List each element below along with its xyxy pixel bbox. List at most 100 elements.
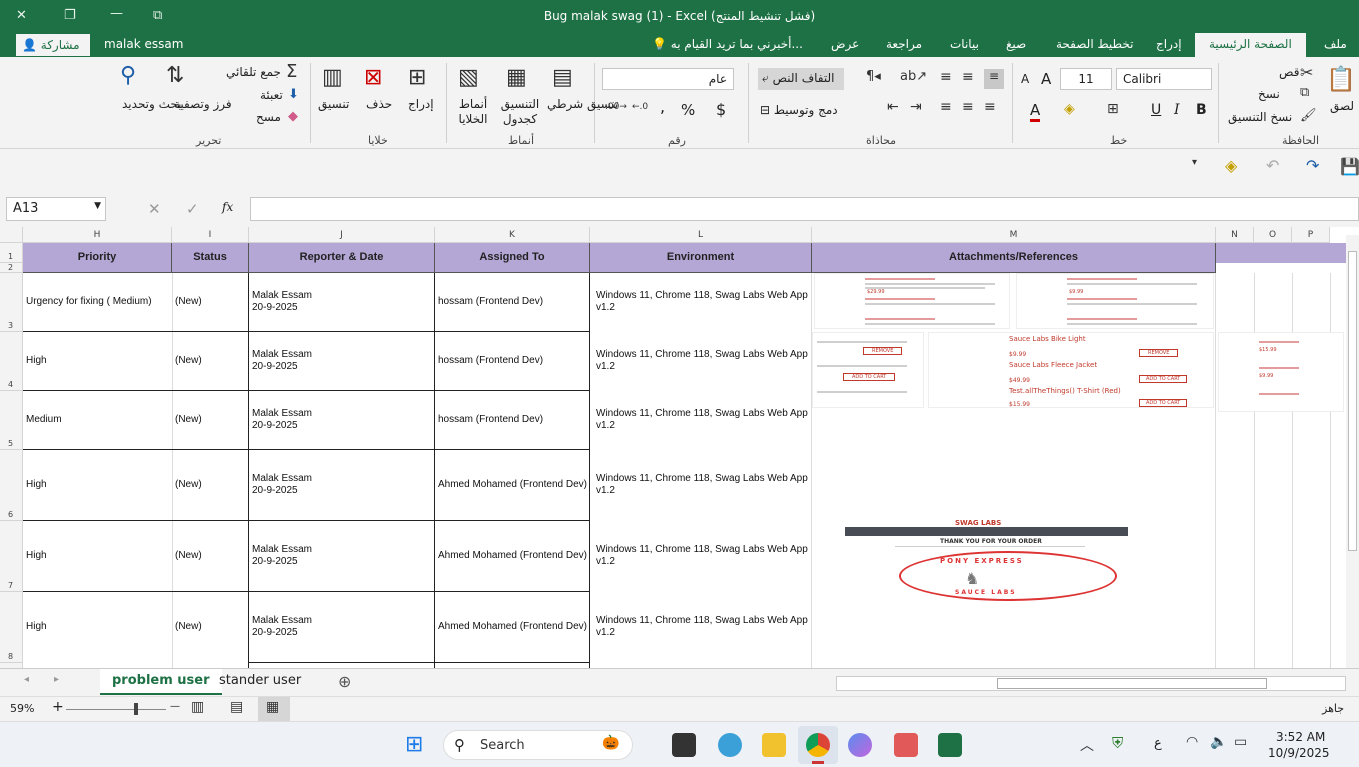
zoom-level[interactable]: 59% [10,702,34,715]
increase-decimal-icon[interactable]: ←.0 [632,102,648,112]
taskbar-search-box[interactable]: ⚲ Search 🎃 [443,730,633,760]
tab-formulas[interactable]: صيغ [1006,37,1026,51]
row-header-4[interactable]: 4 [0,332,23,391]
save-icon[interactable]: 💾 [1340,157,1359,176]
highlight-icon[interactable]: ◈ [1225,156,1237,175]
tab-file[interactable]: ملف [1324,37,1347,51]
input-language[interactable]: ع [1154,736,1162,751]
task-view-icon[interactable] [672,733,696,757]
cell-styles-button[interactable]: أنماط الخلايا [452,97,494,127]
cell-l3[interactable]: Windows 11, Chrome 118, Swag Labs Web Ap… [590,273,811,331]
row-header-5[interactable]: 5 [0,391,23,450]
worksheet-grid[interactable]: H I J K L M N O P 1 2 3 4 5 6 7 8 Priori… [0,227,1359,668]
zoom-in-button[interactable]: + [52,699,64,715]
insert-function-button[interactable]: fx [222,200,233,214]
copy-button[interactable]: نسخ [1258,87,1280,101]
file-explorer-icon[interactable] [762,733,786,757]
battery-icon[interactable]: ▭ [1234,734,1247,750]
wrap-text-button[interactable]: ⤶ التفاف النص [758,68,844,90]
chrome-app-active[interactable] [798,726,838,764]
volume-icon[interactable]: 🔈 [1210,734,1227,750]
format-cells-button[interactable]: تنسيق [318,97,349,111]
row-header-3[interactable]: 3 [0,273,23,332]
column-header-k[interactable]: K [435,227,590,243]
attachment-screenshot-inventory[interactable]: $29.99 [814,273,1010,329]
page-layout-view-icon[interactable]: ▤ [230,699,243,715]
redo-icon[interactable]: ↷ [1306,156,1319,175]
defender-icon[interactable]: ⛨ [1112,734,1123,752]
tab-data[interactable]: بيانات [950,37,979,51]
tab-review[interactable]: مراجعة [886,37,922,51]
cell-i3[interactable]: (New) [172,273,248,331]
column-header-i[interactable]: I [172,227,249,243]
prev-sheet-icon[interactable]: ◂ [24,674,29,685]
row-header-2[interactable]: 2 [0,263,23,273]
align-left-icon[interactable]: ≡ [940,99,952,115]
cell-i8[interactable]: (New) [172,592,248,662]
clock-time[interactable]: 3:52 AM [1276,730,1325,744]
column-header-h[interactable]: H [23,227,172,243]
comma-button[interactable]: , [660,97,665,116]
cell-h5[interactable]: Medium [23,391,172,449]
share-button[interactable]: 👤 مشاركة [16,34,90,56]
zoom-slider[interactable] [66,709,166,710]
cell-h6[interactable]: High [23,450,172,520]
copilot-icon[interactable] [848,733,872,757]
zoom-slider-thumb[interactable] [134,703,138,715]
clear-button[interactable]: مسح [256,110,281,124]
fill-button[interactable]: تعبئة [260,88,283,102]
row-header-6[interactable]: 6 [0,450,23,521]
page-break-view-icon[interactable]: ▥ [191,699,204,715]
attachment-screenshot-checkout-complete[interactable]: SWAG LABS THANK YOU FOR YOUR ORDER PONY … [845,519,1128,603]
windows-start-icon[interactable]: ⊞ [405,732,423,757]
attachment-screenshot-list[interactable]: $15.99 $9.99 [1218,332,1344,412]
currency-button[interactable]: $ [716,100,726,119]
cell-h3[interactable]: Urgency for fixing ( Medium) [23,273,172,331]
tab-home[interactable]: الصفحة الرئيسية [1195,33,1306,57]
cell-k6[interactable]: Ahmed Mohamed (Frontend Dev) [435,450,589,520]
row-header-8[interactable]: 8 [0,592,23,663]
grow-font-button[interactable]: A [1041,70,1051,88]
customize-qat-icon[interactable]: ▾ [1192,157,1197,168]
vertical-scroll-thumb[interactable] [1348,251,1357,551]
header-environment[interactable]: Environment [590,243,812,273]
bold-button[interactable]: B [1196,102,1207,118]
cell-k3[interactable]: hossam (Frontend Dev) [435,273,589,331]
orientation-icon[interactable]: ab↗ [900,69,927,84]
cell-k7[interactable]: Ahmed Mohamed (Frontend Dev) [435,521,589,591]
tab-insert[interactable]: إدراج [1156,37,1182,51]
align-middle-icon[interactable]: ≡ [962,69,974,85]
header-attachments[interactable]: Attachments/References [812,243,1216,273]
cell-j6[interactable]: Malak Essam 20-9-2025 [249,450,434,520]
add-sheet-button[interactable]: ⊕ [338,672,351,691]
attachment-screenshot-inventory-2[interactable]: $9.99 [1016,273,1214,329]
name-box[interactable]: A13 ▼ [6,197,106,221]
row-header-1[interactable]: 1 [0,243,23,263]
next-sheet-icon[interactable]: ▸ [54,674,59,685]
column-header-l[interactable]: L [590,227,812,243]
cell-j3[interactable]: Malak Essam 20-9-2025 [249,273,434,331]
sort-filter-label[interactable]: فرز وتصفية [174,97,232,111]
font-name-select[interactable]: Calibri [1116,68,1212,90]
cell-j7[interactable]: Malak Essam 20-9-2025 [249,521,434,591]
shrink-font-button[interactable]: A [1021,72,1029,86]
delete-cells-button[interactable]: حذف [366,97,392,111]
font-color-button[interactable]: A [1030,101,1041,122]
cell-j5[interactable]: Malak Essam 20-9-2025 [249,391,434,449]
column-header-n[interactable]: N [1216,227,1254,243]
attachment-screenshot-products[interactable]: Sauce Labs Bike Light $9.99 REMOVE Sauce… [928,332,1214,408]
cell-i4[interactable]: (New) [172,332,248,390]
cell-i7[interactable]: (New) [172,521,248,591]
horizontal-scrollbar[interactable] [836,676,1346,691]
attachment-screenshot-cart[interactable]: REMOVE ADD TO CART [812,332,924,408]
cell-i6[interactable]: (New) [172,450,248,520]
percent-button[interactable]: % [681,101,695,119]
row-header-7[interactable]: 7 [0,521,23,592]
paste-button[interactable]: لصق [1330,99,1354,113]
cell-styles-icon[interactable]: ▧ [458,65,479,90]
outdent-icon[interactable]: ⇤ [887,99,899,115]
cut-button[interactable]: قص [1279,65,1299,79]
vertical-scrollbar[interactable] [1346,235,1359,668]
cell-l8[interactable]: Windows 11, Chrome 118, Swag Labs Web Ap… [590,592,811,662]
sheet-tab-standard-user[interactable]: stander user [207,669,313,695]
